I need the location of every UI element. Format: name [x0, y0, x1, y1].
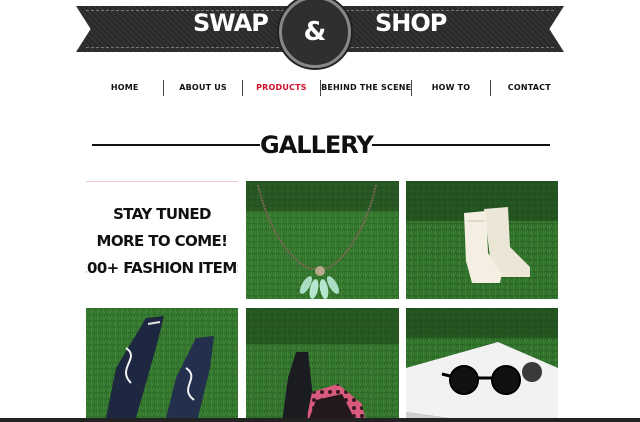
nav-item-home[interactable]: HOME: [86, 80, 163, 96]
nav-item-contact[interactable]: CONTACT: [489, 80, 568, 96]
gallery-title: GALLERY: [260, 131, 374, 159]
promo-line-2: MORE TO COME!: [96, 231, 228, 250]
promo-line-1: STAY TUNED: [113, 204, 211, 223]
heading-rule-left: [92, 144, 260, 146]
nav-item-products[interactable]: PRODUCTS: [241, 80, 320, 96]
nav-item-how-to[interactable]: HOW TO: [411, 80, 489, 96]
promo-line-3: 200+ FASHION ITEMS: [86, 258, 238, 277]
logo-emblem[interactable]: &: [279, 0, 351, 68]
pink-heels-photo[interactable]: [246, 308, 399, 422]
necklace-photo[interactable]: [246, 181, 399, 299]
logo-word-swap[interactable]: SWAP: [193, 10, 269, 36]
main-nav: HOME ABOUT US PRODUCTS BEHIND THE SCENE HOW …: [86, 80, 568, 96]
logo-word-shop[interactable]: SHOP: [375, 10, 447, 36]
gallery-heading: GALLERY: [90, 130, 550, 162]
promo-tile: STAY TUNED MORE TO COME! 200+ FASHION IT…: [86, 181, 238, 300]
page-bottom-edge: [0, 418, 640, 422]
nav-item-behind-the-scene[interactable]: BEHIND THE SCENE: [320, 80, 411, 96]
heading-rule-right: [372, 144, 550, 146]
nav-item-about-us[interactable]: ABOUT US: [163, 80, 241, 96]
sunglasses-photo[interactable]: [406, 308, 558, 422]
navy-heels-photo[interactable]: [86, 308, 238, 422]
logo-ampersand: &: [303, 17, 327, 47]
white-boots-photo[interactable]: [406, 181, 558, 299]
